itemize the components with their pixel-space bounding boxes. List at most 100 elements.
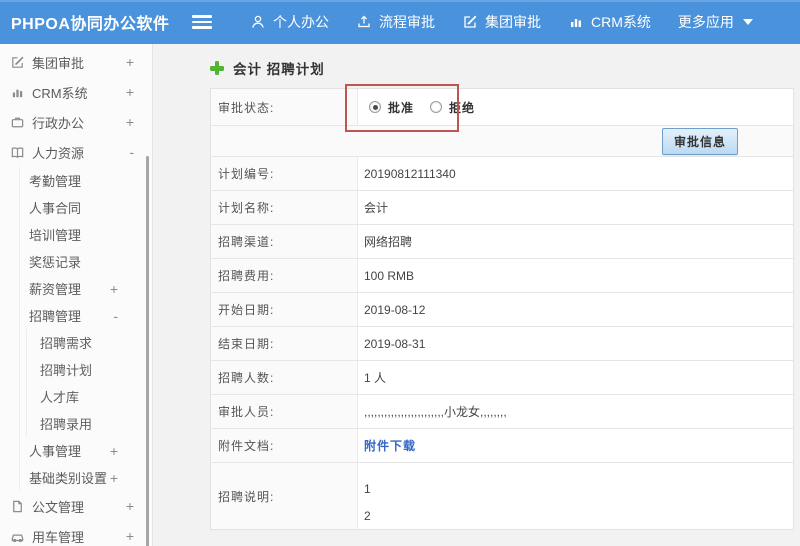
- approval-radio-group: 批准 拒绝: [364, 99, 475, 116]
- field-value: 网络招聘: [364, 235, 413, 249]
- sidebar-item-hr-contract[interactable]: 人事合同: [20, 194, 152, 221]
- sidebar-item-label: 招聘管理: [29, 309, 82, 324]
- sidebar-item-recruit-plan[interactable]: 招聘计划: [27, 356, 152, 383]
- field-value: 20190812111340: [364, 166, 456, 181]
- field-label: 审批人员:: [211, 395, 358, 428]
- plan-name-row: 计划名称: 会计: [211, 191, 793, 225]
- sidebar-item-label: 招聘需求: [40, 336, 93, 351]
- radio-approve[interactable]: 批准: [369, 99, 414, 116]
- recruit-channel-row: 招聘渠道: 网络招聘: [211, 225, 793, 259]
- radio-label: 拒绝: [449, 100, 476, 115]
- sidebar-item-label: 招聘录用: [40, 417, 93, 432]
- field-value: 2019-08-12: [364, 302, 426, 317]
- field-value: 1 2: [364, 463, 371, 530]
- sidebar-item-label: 考勤管理: [29, 174, 82, 189]
- edit-square-icon: [10, 55, 25, 70]
- nav-label: 更多应用: [677, 14, 734, 30]
- field-value: 1 人: [364, 371, 387, 385]
- bar-chart-icon: [10, 85, 25, 100]
- sidebar-item-label: 培训管理: [29, 228, 82, 243]
- book-icon: [10, 145, 25, 160]
- expander-plus-icon[interactable]: +: [110, 470, 118, 486]
- field-value: 2019-08-31: [364, 336, 426, 351]
- person-icon: [250, 14, 266, 30]
- sidebar-item-admin-office[interactable]: 行政办公 +: [0, 107, 152, 137]
- sidebar-item-attendance[interactable]: 考勤管理: [20, 167, 152, 194]
- field-label: 招聘说明:: [211, 463, 358, 529]
- nav-group-approval[interactable]: 集团审批: [462, 12, 541, 32]
- sidebar-item-label: 集团审批: [32, 55, 85, 71]
- expander-plus-icon[interactable]: +: [110, 443, 118, 459]
- sidebar-item-base-category[interactable]: 基础类别设置 +: [20, 464, 152, 491]
- sidebar-item-recruit-demand[interactable]: 招聘需求: [27, 329, 152, 356]
- edit-square-icon: [462, 14, 478, 30]
- hamburger-menu-icon[interactable]: [192, 15, 212, 29]
- main-content: 会计 招聘计划 审批状态: 批准 拒绝 审批信息 计划编号: 201908121…: [153, 44, 800, 546]
- app-logo: PHPOA协同办公软件: [11, 16, 170, 33]
- bar-chart-icon: [568, 14, 584, 30]
- expander-plus-icon[interactable]: +: [126, 114, 134, 130]
- nav-personal-office[interactable]: 个人办公: [250, 12, 329, 32]
- sidebar-item-group-approval[interactable]: 集团审批 +: [0, 47, 152, 77]
- recruitment-submenu: 招聘需求 招聘计划 人才库 招聘录用: [26, 329, 152, 437]
- field-label: 计划编号:: [211, 157, 358, 190]
- sidebar-item-label: 薪资管理: [29, 282, 82, 297]
- caret-down-icon: [742, 19, 753, 25]
- nav-label: CRM系统: [591, 14, 651, 30]
- nav-more-apps[interactable]: 更多应用: [678, 12, 753, 32]
- page-title: 会计 招聘计划: [233, 62, 325, 77]
- sidebar-item-label: 基础类别设置: [29, 471, 108, 486]
- expander-plus-icon[interactable]: +: [126, 84, 134, 100]
- sidebar-item-recruitment[interactable]: 招聘管理 -: [20, 302, 152, 329]
- approval-status-row: 审批状态: 批准 拒绝: [211, 89, 793, 126]
- field-label: 计划名称:: [211, 191, 358, 224]
- nav-crm[interactable]: CRM系统: [568, 12, 651, 32]
- approval-button-row: 审批信息: [211, 126, 793, 157]
- expander-minus-icon[interactable]: -: [113, 308, 118, 324]
- attachment-download-link[interactable]: 附件下载: [364, 437, 416, 454]
- approvers-row: 审批人员: ,,,,,,,,,,,,,,,,,,,,,,,,小龙女,,,,,,,…: [211, 395, 793, 429]
- radio-label: 批准: [388, 100, 415, 115]
- radio-checked-icon[interactable]: [369, 101, 381, 113]
- process-upload-icon: [356, 14, 372, 30]
- sidebar-item-hr[interactable]: 人力资源 -: [0, 137, 152, 167]
- plus-icon: [210, 61, 224, 75]
- field-label: 招聘渠道:: [211, 225, 358, 258]
- sidebar-item-label: 人才库: [40, 390, 80, 405]
- sidebar-item-personnel[interactable]: 人事管理 +: [20, 437, 152, 464]
- sidebar-item-vehicle-mgmt[interactable]: 用车管理 +: [0, 521, 152, 546]
- sidebar-item-label: 奖惩记录: [29, 255, 82, 270]
- recruit-plan-detail-table: 审批状态: 批准 拒绝 审批信息 计划编号: 20190812111340 计划…: [210, 88, 794, 530]
- sidebar-item-recruit-hire[interactable]: 招聘录用: [27, 410, 152, 437]
- briefcase-icon: [10, 115, 25, 130]
- topbar: PHPOA协同办公软件 个人办公 流程审批 集团审批 CRM系统 更多应用: [0, 0, 800, 44]
- sidebar-item-crm[interactable]: CRM系统 +: [0, 77, 152, 107]
- radio-reject[interactable]: 拒绝: [430, 99, 475, 116]
- sidebar-item-rewards[interactable]: 奖惩记录: [20, 248, 152, 275]
- car-icon: [10, 529, 25, 544]
- hr-submenu: 考勤管理 人事合同 培训管理 奖惩记录 薪资管理 + 招聘管理 - 招聘需求 招…: [19, 167, 152, 491]
- field-value: 100 RMB: [364, 268, 415, 283]
- sidebar-item-training[interactable]: 培训管理: [20, 221, 152, 248]
- description-line: 1: [364, 482, 371, 496]
- nav-process-approval[interactable]: 流程审批: [356, 12, 435, 32]
- radio-unchecked-icon[interactable]: [430, 101, 443, 113]
- sidebar-item-talent-pool[interactable]: 人才库: [27, 383, 152, 410]
- sidebar-item-document-mgmt[interactable]: 公文管理 +: [0, 491, 152, 521]
- nav-label: 流程审批: [379, 14, 435, 30]
- expander-minus-icon[interactable]: -: [129, 144, 134, 160]
- expander-plus-icon[interactable]: +: [126, 54, 134, 70]
- expander-plus-icon[interactable]: +: [110, 281, 118, 297]
- expander-plus-icon[interactable]: +: [126, 498, 134, 514]
- recruit-cost-row: 招聘费用: 100 RMB: [211, 259, 793, 293]
- sidebar-item-label: 人力资源: [32, 145, 85, 161]
- expander-plus-icon[interactable]: +: [126, 528, 134, 544]
- sidebar-scrollbar[interactable]: [146, 156, 149, 546]
- field-value: ,,,,,,,,,,,,,,,,,,,,,,,,小龙女,,,,,,,,: [364, 405, 507, 419]
- sidebar-item-label: 用车管理: [32, 529, 85, 545]
- nav-label: 个人办公: [273, 14, 329, 30]
- document-icon: [10, 499, 25, 514]
- sidebar-item-salary[interactable]: 薪资管理 +: [20, 275, 152, 302]
- description-line: 2: [364, 509, 371, 523]
- approval-info-button[interactable]: 审批信息: [661, 127, 738, 155]
